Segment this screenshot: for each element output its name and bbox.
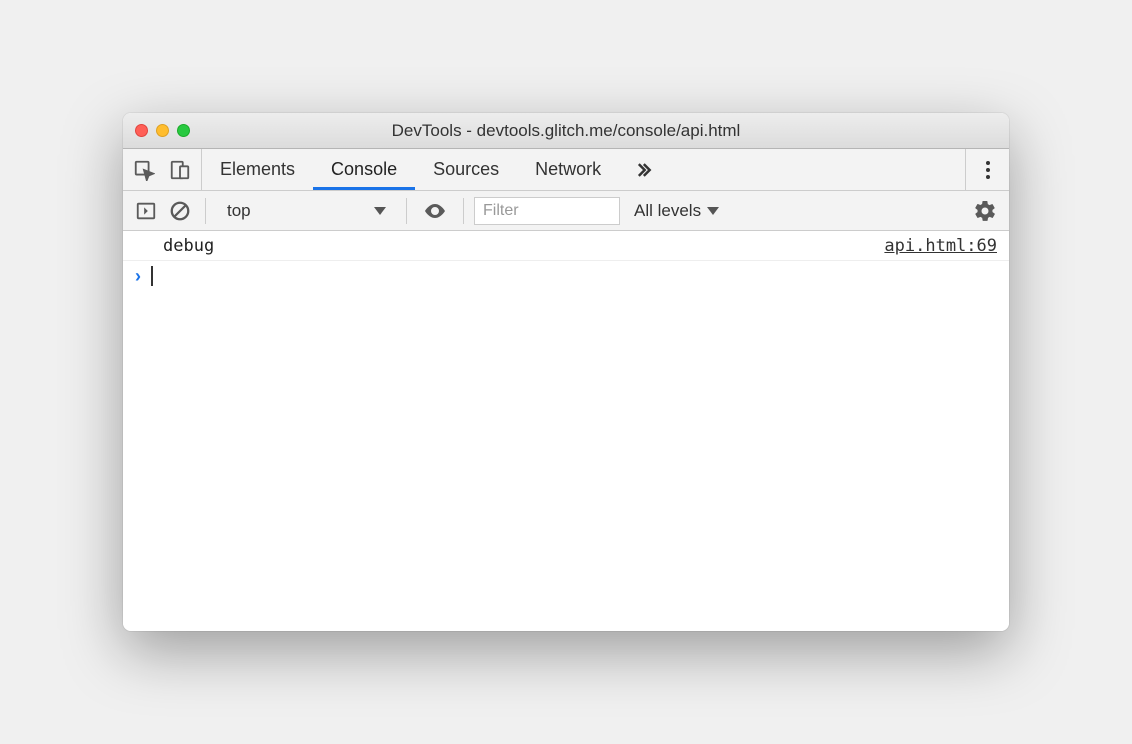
devtools-window: DevTools - devtools.glitch.me/console/ap… [123, 113, 1009, 631]
clear-console-icon[interactable] [169, 200, 191, 222]
console-prompt[interactable]: › [123, 261, 1009, 291]
filter-input[interactable] [474, 197, 620, 225]
divider [205, 198, 206, 224]
levels-label: All levels [634, 201, 701, 221]
close-window-button[interactable] [135, 124, 148, 137]
window-title: DevTools - devtools.glitch.me/console/ap… [123, 121, 1009, 141]
console-settings-icon[interactable] [973, 199, 997, 223]
chevron-double-right-icon [633, 160, 653, 180]
tab-elements[interactable]: Elements [202, 149, 313, 190]
device-toolbar-icon[interactable] [169, 159, 191, 181]
log-levels-select[interactable]: All levels [624, 201, 729, 221]
kebab-icon [985, 160, 991, 180]
tab-sources[interactable]: Sources [415, 149, 517, 190]
tab-console[interactable]: Console [313, 149, 415, 190]
eye-icon [423, 199, 447, 223]
title-bar: DevTools - devtools.glitch.me/console/ap… [123, 113, 1009, 149]
tab-bar: Elements Console Sources Network [123, 149, 1009, 191]
log-source-link[interactable]: api.html:69 [884, 236, 997, 256]
execution-context-select[interactable]: top [216, 197, 396, 225]
window-controls [135, 124, 190, 137]
divider [463, 198, 464, 224]
input-cursor [151, 266, 153, 286]
tab-network[interactable]: Network [517, 149, 619, 190]
live-expression-icon[interactable] [423, 199, 447, 223]
more-tabs-button[interactable] [619, 149, 667, 190]
tabbar-tools [123, 149, 202, 190]
sidebar-toggle-icon[interactable] [135, 200, 157, 222]
minimize-window-button[interactable] [156, 124, 169, 137]
maximize-window-button[interactable] [177, 124, 190, 137]
console-toolbar: top All levels [123, 191, 1009, 231]
log-message: debug [163, 236, 884, 256]
dropdown-icon [374, 207, 386, 215]
dropdown-icon [707, 207, 719, 215]
inspect-element-icon[interactable] [133, 159, 155, 181]
prompt-chevron-icon: › [135, 266, 141, 287]
panel-tabs: Elements Console Sources Network [202, 149, 965, 190]
divider [406, 198, 407, 224]
console-output: debug api.html:69 › [123, 231, 1009, 631]
settings-menu-button[interactable] [965, 149, 1009, 190]
context-label: top [227, 201, 251, 221]
console-log-entry: debug api.html:69 [123, 231, 1009, 261]
